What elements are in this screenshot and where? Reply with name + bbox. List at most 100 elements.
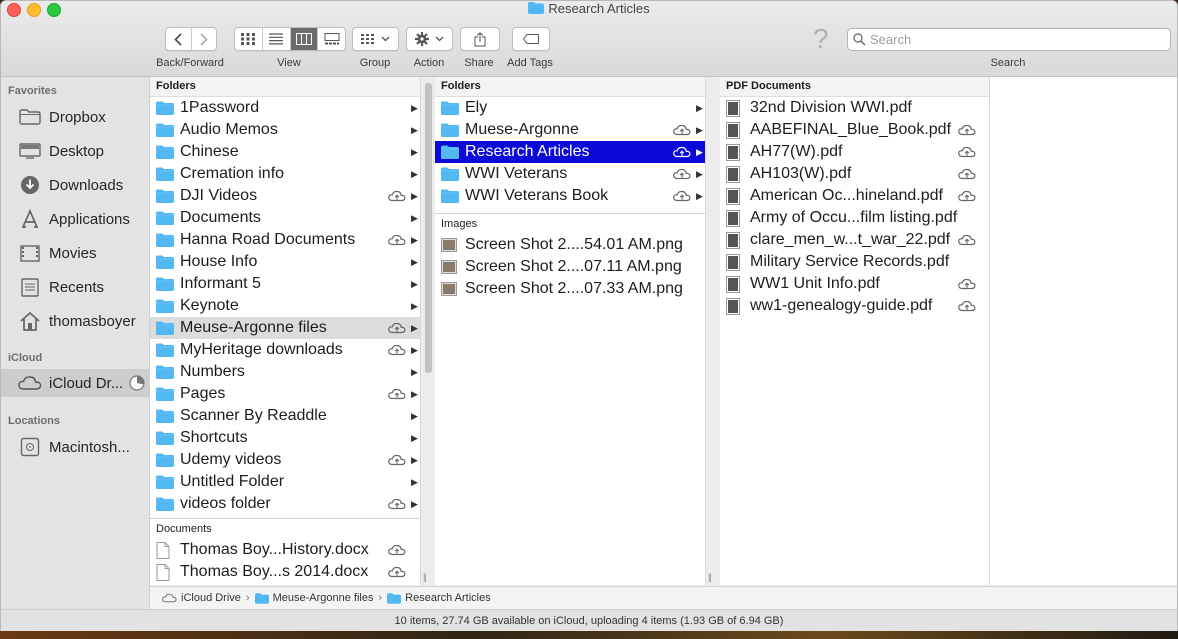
cloud-upload-icon	[388, 344, 406, 356]
search-field[interactable]: Search	[847, 28, 1171, 51]
cloud-upload-icon	[388, 388, 406, 400]
folder-row[interactable]: Udemy videos ▶	[150, 449, 420, 471]
sidebar-item-label: Desktop	[49, 142, 105, 160]
folder-row[interactable]: Shortcuts ▶	[150, 427, 420, 449]
folder-row[interactable]: videos folder ▶	[150, 493, 420, 515]
pdf-file-icon	[726, 275, 744, 293]
pdf-row[interactable]: AH77(W).pdf	[720, 141, 989, 163]
path-item-icloud-drive[interactable]: iCloud Drive	[162, 592, 241, 604]
pdf-row[interactable]: American Oc...hineland.pdf	[720, 185, 989, 207]
disclosure-arrow-icon: ▶	[411, 146, 418, 157]
image-row[interactable]: Screen Shot 2....07.33 AM.png	[435, 278, 705, 300]
cloud-upload-icon	[388, 234, 406, 246]
disclosure-arrow-icon: ▶	[411, 234, 418, 245]
dropbox-folder-icon	[18, 107, 42, 127]
folder-icon	[156, 453, 174, 468]
folder-row[interactable]: Hanna Road Documents ▶	[150, 229, 420, 251]
disclosure-arrow-icon: ▶	[411, 454, 418, 465]
disclosure-arrow-icon: ▶	[411, 476, 418, 487]
folder-row[interactable]: Audio Memos ▶	[150, 119, 420, 141]
pdf-row[interactable]: AABEFINAL_Blue_Book.pdf	[720, 119, 989, 141]
folder-row[interactable]: Scanner By Readdle ▶	[150, 405, 420, 427]
cloud-upload-icon	[958, 168, 976, 180]
column-view-button[interactable]	[290, 28, 319, 50]
path-item-meuse-argonne-files[interactable]: Meuse-Argonne files	[254, 592, 373, 604]
item-name: Cremation info	[180, 165, 285, 182]
image-file-icon	[441, 238, 459, 253]
pdf-row[interactable]: 32nd Division WWI.pdf	[720, 97, 989, 119]
sidebar-item-macintosh[interactable]: Macintosh...	[1, 433, 149, 461]
image-row[interactable]: Screen Shot 2....07.11 AM.png	[435, 256, 705, 278]
disclosure-arrow-icon: ▶	[411, 388, 418, 399]
folder-row[interactable]: MyHeritage downloads ▶	[150, 339, 420, 361]
folder-row[interactable]: Chinese ▶	[150, 141, 420, 163]
share-button[interactable]	[460, 27, 500, 51]
pdf-file-icon	[726, 297, 744, 315]
folder-row[interactable]: WWI Veterans ▶	[435, 163, 705, 185]
back-button[interactable]	[166, 28, 192, 50]
folder-row[interactable]: Untitled Folder ▶	[150, 471, 420, 493]
folder-icon	[441, 167, 459, 182]
folder-row[interactable]: House Info ▶	[150, 251, 420, 273]
item-name: Military Service Records.pdf	[750, 253, 950, 270]
icon-view-button[interactable]	[235, 28, 263, 50]
add-tags-button[interactable]	[512, 27, 550, 51]
pdf-row[interactable]: Army of Occu...film listing.pdf	[720, 207, 989, 229]
folder-icon	[528, 2, 545, 14]
favorites-heading: Favorites	[8, 85, 57, 97]
pdf-row[interactable]: Military Service Records.pdf	[720, 251, 989, 273]
folder-row[interactable]: Numbers ▶	[150, 361, 420, 383]
disclosure-arrow-icon: ▶	[696, 190, 703, 201]
sidebar-item-icloud-drive[interactable]: iCloud Dr...	[1, 369, 149, 397]
folder-icon	[156, 475, 174, 490]
sidebar-item-downloads[interactable]: Downloads	[1, 171, 149, 199]
folder-row[interactable]: WWI Veterans Book ▶	[435, 185, 705, 207]
pdf-row[interactable]: AH103(W).pdf	[720, 163, 989, 185]
column-resize-handle[interactable]: ||	[708, 572, 712, 582]
pdf-row[interactable]: WW1 Unit Info.pdf	[720, 273, 989, 295]
disclosure-arrow-icon: ▶	[411, 256, 418, 267]
folder-row[interactable]: Research Articles ▶	[435, 141, 705, 163]
sidebar-item-home[interactable]: thomasboyer	[1, 307, 149, 335]
folder-row[interactable]: 1Password ▶	[150, 97, 420, 119]
folder-row[interactable]: Pages ▶	[150, 383, 420, 405]
sidebar-item-label: Applications	[49, 210, 130, 228]
folder-row[interactable]: Muese-Argonne ▶	[435, 119, 705, 141]
document-row[interactable]: Thomas Boy...s 2014.docx	[150, 561, 420, 583]
action-button[interactable]	[406, 27, 453, 51]
image-row[interactable]: Screen Shot 2....54.01 AM.png	[435, 234, 705, 256]
column-1-scrollbar[interactable]	[425, 83, 432, 373]
pdf-row[interactable]: clare_men_w...t_war_22.pdf	[720, 229, 989, 251]
folder-row[interactable]: Cremation info ▶	[150, 163, 420, 185]
item-name: Audio Memos	[180, 121, 278, 138]
sidebar-item-label: Downloads	[49, 176, 124, 194]
folder-row[interactable]: Keynote ▶	[150, 295, 420, 317]
item-name: Muese-Argonne	[465, 121, 579, 138]
folder-icon	[156, 167, 174, 182]
sidebar-item-dropbox[interactable]: Dropbox	[1, 103, 149, 131]
sidebar-item-applications[interactable]: Applications	[1, 205, 149, 233]
pdf-row[interactable]: ww1-genealogy-guide.pdf	[720, 295, 989, 317]
disclosure-arrow-icon: ▶	[696, 124, 703, 135]
folder-row[interactable]: DJI Videos ▶	[150, 185, 420, 207]
path-item-research-articles[interactable]: Research Articles	[387, 592, 491, 604]
share-label: Share	[464, 57, 494, 69]
item-name: Ely	[465, 99, 488, 116]
pdf-file-icon	[726, 209, 744, 227]
folder-icon	[156, 145, 174, 160]
folder-row[interactable]: Documents ▶	[150, 207, 420, 229]
list-view-button[interactable]	[263, 28, 291, 50]
folder-row[interactable]: Ely ▶	[435, 97, 705, 119]
folder-row[interactable]: Meuse-Argonne files ▶	[150, 317, 420, 339]
sidebar-item-movies[interactable]: Movies	[1, 239, 149, 267]
forward-button[interactable]	[192, 28, 217, 50]
group-button[interactable]	[352, 27, 399, 51]
view-label: View	[277, 57, 301, 69]
folder-row[interactable]: Informant 5 ▶	[150, 273, 420, 295]
document-row[interactable]: Thomas Boy...History.docx	[150, 539, 420, 561]
gallery-view-button[interactable]	[318, 28, 345, 50]
sidebar-item-desktop[interactable]: Desktop	[1, 137, 149, 165]
sidebar-item-recents[interactable]: Recents	[1, 273, 149, 301]
section-header: Documents	[150, 518, 420, 539]
column-resize-handle[interactable]: ||	[423, 572, 427, 582]
